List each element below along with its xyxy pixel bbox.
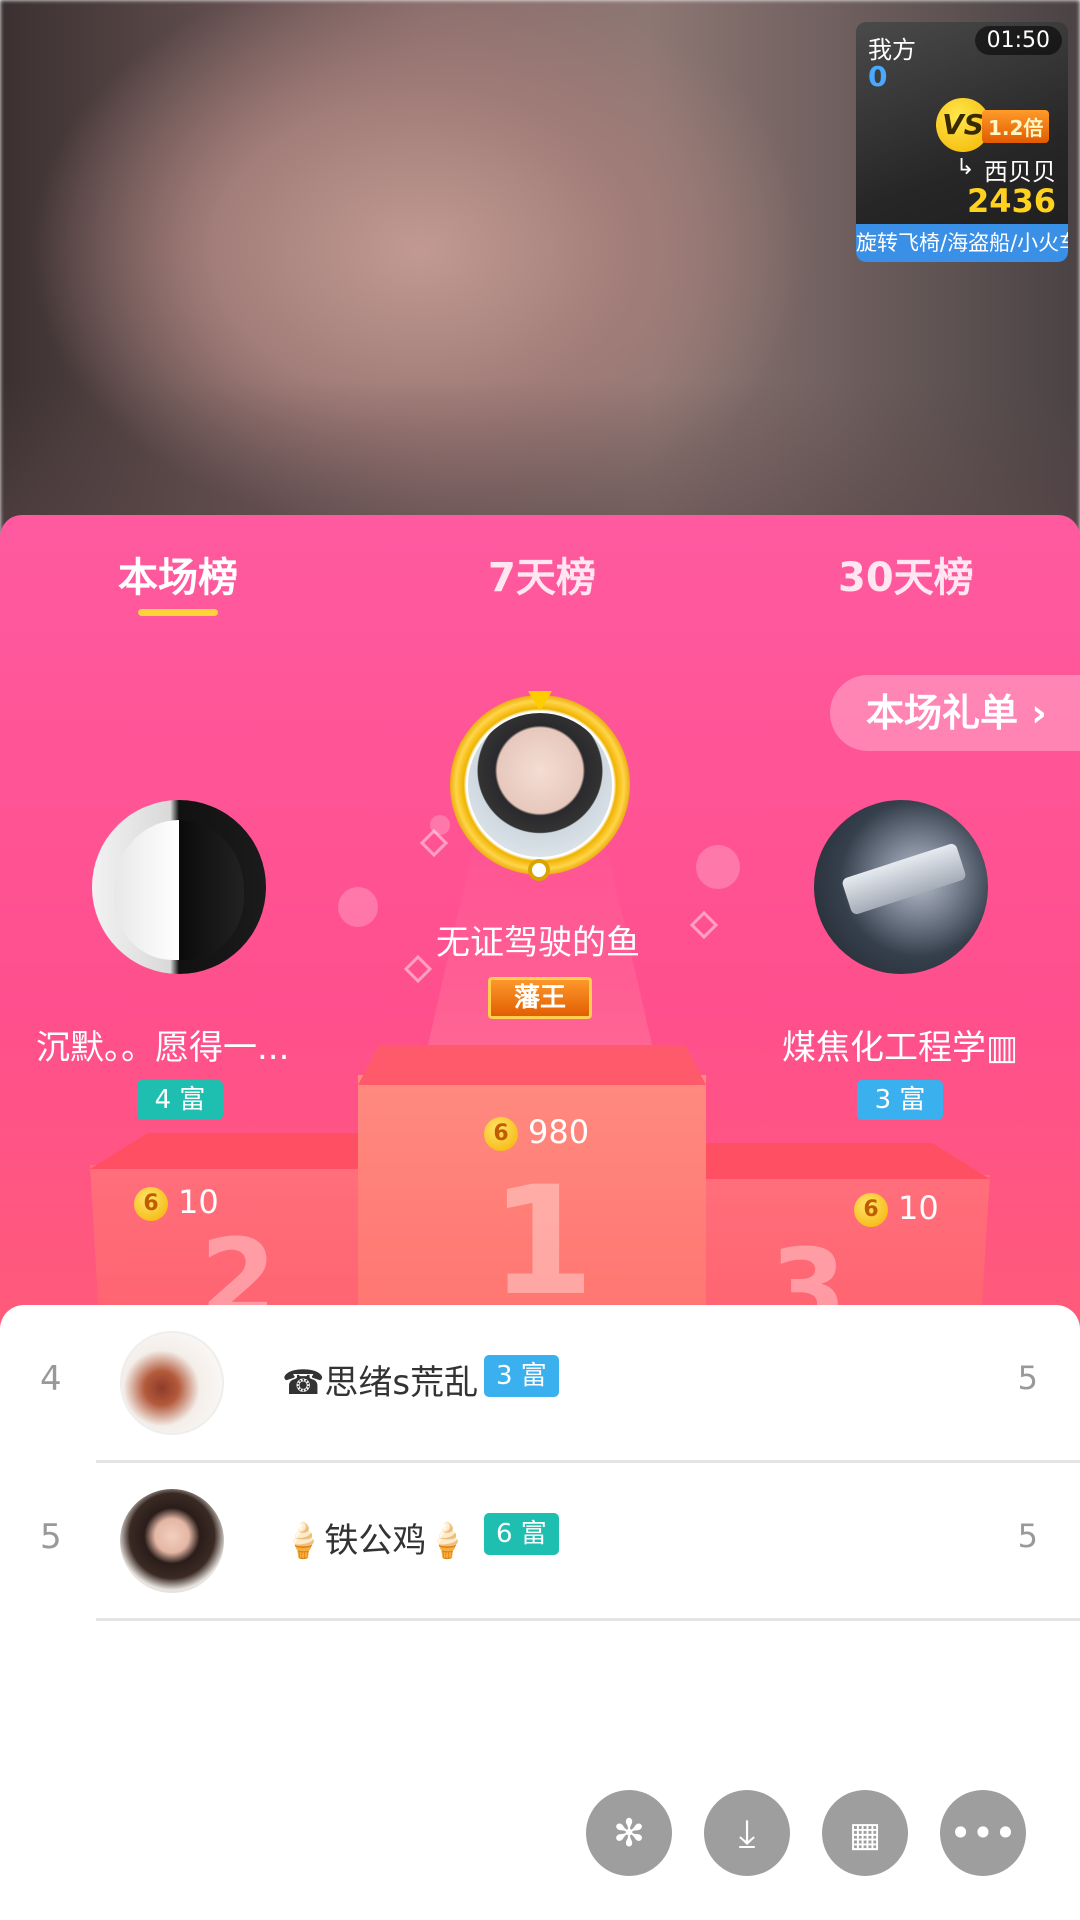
sparkle-icon: ✻ [613, 1811, 645, 1855]
podium-rank-1: 1 [490, 1155, 595, 1329]
pk-me-score: 0 [868, 60, 888, 93]
list-wealth-badge: 3 富 [484, 1355, 559, 1397]
ranking-tabs: 本场榜 7天榜 30天榜 [0, 515, 1080, 625]
list-score: 5 [1017, 1517, 1038, 1555]
second-place-coin-value: 10 [178, 1183, 219, 1221]
podium-top-3 [700, 1143, 990, 1179]
more-icon: ••• [949, 1811, 1017, 1855]
coin-icon: 6 [854, 1193, 888, 1227]
third-place-wealth-badge: 3 富 [857, 1080, 943, 1120]
third-place-coin-value: 10 [898, 1189, 939, 1227]
gift-list-button[interactable]: 本场礼单 › [830, 675, 1080, 751]
list-rank: 5 [40, 1517, 62, 1557]
tab-30-days[interactable]: 30天榜 [838, 545, 974, 603]
tab-7-days[interactable]: 7天榜 [488, 545, 596, 603]
grid-icon: ▦ [848, 1815, 882, 1855]
first-place-avatar[interactable] [468, 713, 612, 857]
list-wealth-badge: 6 富 [484, 1513, 559, 1555]
pk-widget[interactable]: 我方 0 01:50 VS 1.2倍 ↳ 西贝贝 2436 旋转飞椅/海盗船/小… [856, 22, 1068, 262]
download-button[interactable]: ⤓ [704, 1790, 790, 1876]
pk-timer: 01:50 [974, 26, 1062, 55]
sparkle-button[interactable]: ✻ [586, 1790, 672, 1876]
first-place-coin-value: 980 [528, 1113, 590, 1151]
active-tab-indicator [138, 609, 218, 616]
list-avatar[interactable] [120, 1331, 224, 1435]
third-place-name[interactable]: 煤焦化工程学▥ [782, 1020, 1018, 1069]
list-item[interactable]: 5 🍦铁公鸡🍦 6 富 5 [0, 1463, 1080, 1621]
frame-gem-icon [528, 859, 550, 881]
first-place-coins: 6 980 [484, 1113, 589, 1151]
download-icon: ⤓ [738, 1811, 756, 1855]
coin-icon: 6 [134, 1187, 168, 1221]
list-score: 5 [1017, 1359, 1038, 1397]
apps-button[interactable]: ▦ [822, 1790, 908, 1876]
first-place-name[interactable]: 无证驾驶的鱼 [436, 915, 640, 964]
third-place-avatar[interactable] [814, 800, 988, 974]
avatar-image [114, 820, 244, 960]
list-avatar[interactable] [120, 1489, 224, 1593]
second-place-coins: 6 10 [134, 1183, 219, 1221]
decor-bubble [338, 887, 378, 927]
tab-current-session[interactable]: 本场榜 [118, 545, 238, 603]
list-item[interactable]: 4 ☎思绪s荒乱 3 富 5 [0, 1305, 1080, 1463]
list-rank: 4 [40, 1359, 62, 1399]
more-button[interactable]: ••• [940, 1790, 1026, 1876]
divider [96, 1618, 1080, 1621]
podium-top-2 [90, 1133, 380, 1169]
list-username[interactable]: ☎思绪s荒乱 [282, 1355, 478, 1404]
pk-opponent-score: 2436 [966, 182, 1056, 220]
pk-multiplier-badge: 1.2倍 [982, 110, 1050, 143]
first-place-title-badge: 藩王 [488, 977, 592, 1019]
second-place-name[interactable]: 沉默。。愿得一... [36, 1020, 289, 1069]
decor-diamond [403, 954, 433, 984]
podium-top-1 [358, 1045, 706, 1085]
list-username[interactable]: 🍦铁公鸡🍦 [282, 1513, 469, 1562]
coin-icon: 6 [484, 1117, 518, 1151]
avatar-image [841, 842, 967, 916]
second-place-wealth-badge: 4 富 [137, 1080, 223, 1120]
third-place-coins: 6 10 [854, 1189, 939, 1227]
decor-bubble [696, 845, 740, 889]
pk-marquee: 旋转飞椅/海盗船/小火车 [856, 224, 1068, 262]
ranking-list: 4 ☎思绪s荒乱 3 富 5 5 🍦铁公鸡🍦 6 富 5 [0, 1305, 1080, 1920]
second-place-avatar[interactable] [92, 800, 266, 974]
decor-diamond [689, 910, 719, 940]
return-arrow-icon: ↳ [956, 155, 975, 180]
